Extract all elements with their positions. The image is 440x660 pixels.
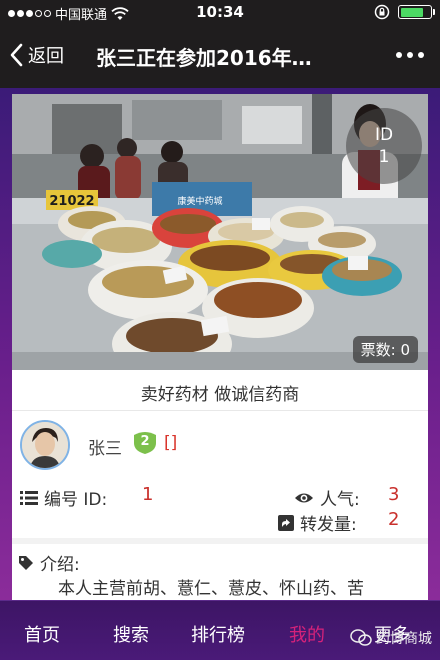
- intro-text: 本人主营前胡、薏仁、薏皮、怀山药、苦: [58, 579, 364, 599]
- level-value: 2: [140, 434, 150, 449]
- avatar-portrait: [22, 422, 68, 468]
- stat-popularity-label: 人气:: [320, 490, 360, 510]
- page-title: 张三正在参加2016年…: [96, 46, 312, 70]
- stat-shares-value: 2: [388, 509, 400, 530]
- owner-name: 张三: [88, 439, 122, 459]
- back-label: 返回: [28, 46, 64, 67]
- votes-value: 0: [400, 341, 410, 359]
- divider: [12, 410, 428, 411]
- owner-extra: []: [164, 433, 178, 453]
- nav-bar: 返回 张三正在参加2016年…: [0, 24, 440, 88]
- stat-popularity-value: 3: [388, 484, 400, 505]
- eye-icon: [295, 493, 313, 502]
- stall-slogan: 卖好药材 做诚信药商: [140, 385, 300, 405]
- contestant-photo[interactable]: 康美中药城 21022 ID 1 票数: 0: [12, 94, 428, 370]
- id-bubble: ID 1: [346, 108, 422, 184]
- chevron-left-icon: [10, 43, 23, 67]
- level-badge: 2: [132, 431, 158, 455]
- tab-ranking[interactable]: 排行榜: [191, 621, 245, 647]
- stat-id-label: 编号 ID:: [44, 490, 108, 510]
- more-menu-button[interactable]: [396, 52, 424, 58]
- tab-search[interactable]: 搜索: [113, 621, 149, 647]
- intro-heading: 介绍:: [18, 550, 80, 575]
- status-right: [374, 4, 435, 20]
- battery-icon: [398, 5, 435, 19]
- status-bar: 中国联通 10:34: [0, 0, 440, 24]
- stat-shares: 转发量:: [278, 510, 357, 535]
- more-dots-icon: [396, 52, 402, 58]
- intro-label: 介绍:: [40, 555, 80, 575]
- stat-shares-label: 转发量:: [300, 515, 357, 535]
- back-button[interactable]: 返回: [10, 42, 64, 68]
- avatar[interactable]: [20, 420, 70, 470]
- watermark: 药博商城: [350, 628, 432, 648]
- section-divider: [12, 538, 428, 544]
- stat-id: 编号 ID:: [20, 485, 107, 510]
- id-bubble-value: 1: [378, 147, 390, 167]
- svg-text:康美中药城: 康美中药城: [177, 195, 222, 207]
- id-bubble-label: ID: [374, 125, 394, 145]
- tag-icon: [19, 555, 33, 570]
- rotation-lock-icon: [374, 4, 390, 20]
- contestant-card: 康美中药城 21022 ID 1 票数: 0 卖好药材 做诚信药商 张三 2 […: [12, 94, 428, 600]
- list-icon: [20, 490, 38, 505]
- stat-popularity: 人气:: [294, 485, 360, 510]
- stat-id-value: 1: [142, 484, 154, 505]
- tab-home[interactable]: 首页: [24, 621, 60, 647]
- tab-mine[interactable]: 我的: [289, 621, 325, 647]
- watermark-text: 药博商城: [376, 631, 432, 647]
- votes-label: 票数:: [360, 341, 396, 359]
- share-icon: [278, 514, 294, 531]
- wechat-icon: [350, 629, 372, 646]
- votes-badge: 票数: 0: [352, 336, 418, 363]
